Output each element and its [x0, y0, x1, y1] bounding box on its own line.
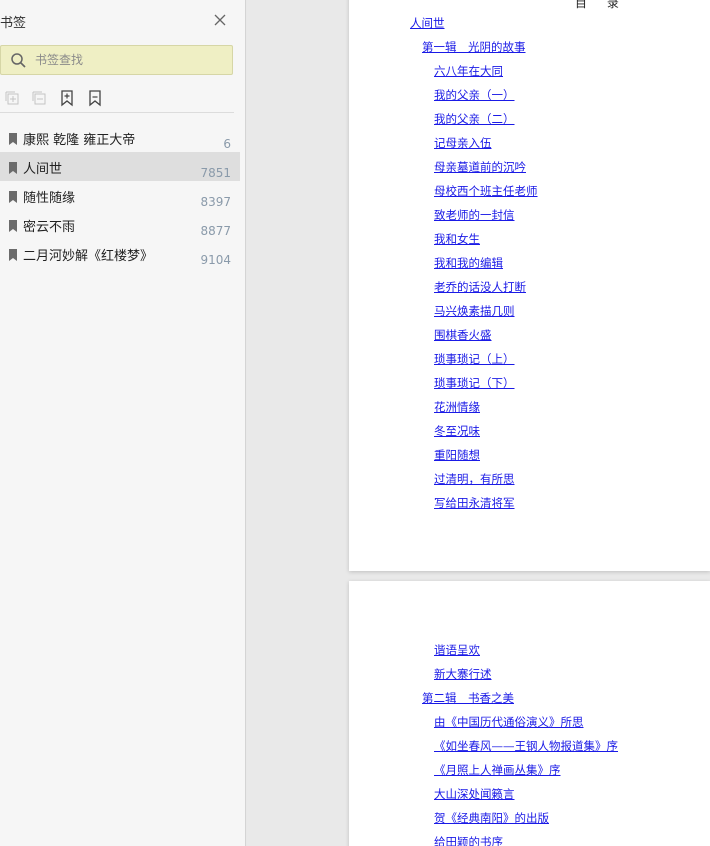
close-icon[interactable] [212, 12, 228, 28]
bookmark-icon [9, 217, 17, 232]
toc-link[interactable]: 第二辑 书香之美 [422, 691, 514, 705]
toc-link[interactable]: 人间世 [410, 16, 445, 30]
bookmark-panel-header: 书签 [0, 0, 246, 40]
bookmark-label: 密云不雨 [23, 220, 76, 235]
toc-link[interactable]: 母校西个班主任老师 [434, 184, 538, 198]
toolbar-divider [0, 112, 234, 113]
toc-link[interactable]: 重阳随想 [434, 448, 480, 462]
toc-link[interactable]: 《月照上人禅画丛集》序 [434, 763, 561, 777]
bookmark-toolbar [0, 86, 246, 110]
toc-link[interactable]: 马兴焕素描几则 [434, 304, 515, 318]
bookmark-label: 随性随缘 [23, 191, 76, 206]
toc-link[interactable]: 我和我的编辑 [434, 256, 503, 270]
toc-link[interactable]: 《如坐春风——王钢人物报道集》序 [434, 739, 618, 753]
bookmark-page-number: 8397 [200, 195, 231, 209]
toc-link[interactable]: 老乔的话没人打断 [434, 280, 526, 294]
document-page: 目 录 人间世 第一辑 光阴的故事 六八年在大同 我的父亲（一） 我的父亲（二）… [349, 0, 710, 571]
bookmark-icon [9, 188, 17, 203]
expand-all-icon[interactable] [3, 89, 21, 107]
bookmark-label: 康熙 乾隆 雍正大帝 [23, 133, 136, 148]
bookmark-page-number: 8877 [200, 224, 231, 238]
page-heading: 目 录 [575, 0, 627, 10]
toc-link[interactable]: 花洲情缘 [434, 400, 480, 414]
toc-link[interactable]: 母亲墓道前的沉吟 [434, 160, 526, 174]
document-viewer[interactable]: 目 录 人间世 第一辑 光阴的故事 六八年在大同 我的父亲（一） 我的父亲（二）… [247, 0, 710, 846]
toc-link[interactable]: 六八年在大同 [434, 64, 503, 78]
add-bookmark-icon[interactable] [58, 89, 76, 107]
toc-link[interactable]: 新大寨行述 [434, 667, 492, 681]
bookmark-icon [9, 130, 17, 145]
bookmark-icon [9, 246, 17, 261]
bookmark-item[interactable]: 人间世 7851 [0, 152, 240, 181]
toc-link[interactable]: 第一辑 光阴的故事 [422, 40, 526, 54]
toc-link[interactable]: 记母亲入伍 [434, 136, 492, 150]
toc-link[interactable]: 围棋香火盛 [434, 328, 492, 342]
bookmark-list: 康熙 乾隆 雍正大帝 6 人间世 7851 随性随缘 8397 密云不雨 887… [0, 123, 240, 268]
toc-link[interactable]: 我的父亲（一） [434, 88, 515, 102]
bookmark-item[interactable]: 康熙 乾隆 雍正大帝 6 [0, 123, 240, 152]
bookmark-label: 二月河妙解《红楼梦》 [23, 249, 154, 264]
toc-link[interactable]: 过清明，有所思 [434, 472, 515, 486]
bookmark-item[interactable]: 随性随缘 8397 [0, 181, 240, 210]
bookmark-panel: 书签 康熙 乾隆 雍正大帝 6 人间世 [0, 0, 246, 846]
toc-link[interactable]: 谐语呈欢 [434, 643, 480, 657]
bookmark-search[interactable] [0, 45, 233, 75]
collapse-all-icon[interactable] [30, 89, 48, 107]
panel-title: 书签 [0, 16, 27, 31]
bookmark-page-number: 7851 [200, 166, 231, 180]
toc-link[interactable]: 由《中国历代通俗演义》所思 [434, 715, 584, 729]
bookmark-item[interactable]: 二月河妙解《红楼梦》 9104 [0, 239, 240, 268]
toc-link[interactable]: 琐事琐记（下） [434, 376, 515, 390]
toc-link[interactable]: 冬至况味 [434, 424, 480, 438]
bookmark-page-number: 6 [223, 137, 231, 151]
toc-link[interactable]: 写给田永清将军 [434, 496, 515, 510]
toc-link[interactable]: 我的父亲（二） [434, 112, 515, 126]
toc-link[interactable]: 琐事琐记（上） [434, 352, 515, 366]
bookmark-item[interactable]: 密云不雨 8877 [0, 210, 240, 239]
toc-link[interactable]: 给田颖的书序 [434, 835, 503, 846]
bookmark-icon [9, 159, 17, 174]
bookmark-label: 人间世 [23, 162, 63, 177]
toc-link[interactable]: 大山深处闻籁言 [434, 787, 515, 801]
toc-link[interactable]: 贺《经典南阳》的出版 [434, 811, 549, 825]
toc-link[interactable]: 致老师的一封信 [434, 208, 515, 222]
document-page: 谐语呈欢 新大寨行述 第二辑 书香之美 由《中国历代通俗演义》所思 《如坐春风—… [349, 581, 710, 846]
bookmark-page-number: 9104 [200, 253, 231, 267]
toc-link[interactable]: 我和女生 [434, 232, 480, 246]
search-icon [10, 52, 27, 69]
search-input[interactable] [35, 50, 225, 70]
bookmark-icon[interactable] [86, 89, 104, 107]
